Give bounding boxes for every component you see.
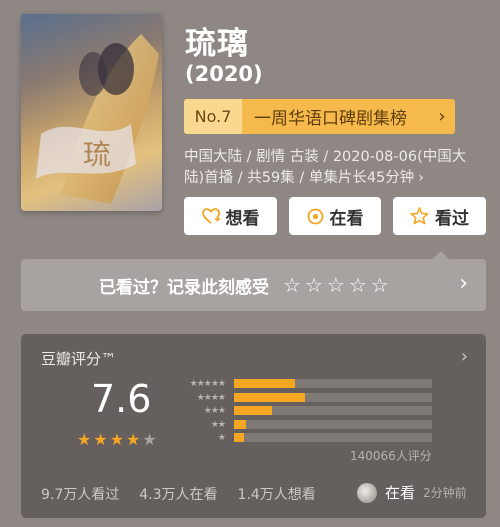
svg-text:琉: 琉 [83, 138, 111, 171]
rating-score: 7.6 [91, 377, 152, 421]
histogram-bar [234, 379, 296, 388]
chevron-right-icon: › [438, 106, 446, 127]
poster-image[interactable]: 琉 [21, 14, 162, 211]
metadata-text: 中国大陆 / 剧情 古装 / 2020-08-06(中国大陆)首播 / 共59集… [184, 149, 467, 186]
watched-label: 看过 [435, 208, 469, 229]
star-outline-icon[interactable]: ☆ [371, 273, 389, 297]
histogram-bar [234, 433, 244, 443]
rating-histogram [234, 379, 432, 447]
friend-time: 2分钟前 [423, 486, 467, 500]
star-outline-icon [410, 207, 429, 225]
want-to-watch-button[interactable]: 想看 [184, 197, 277, 235]
ranking-banner[interactable]: No.7 一周华语口碑剧集榜 › [184, 99, 455, 134]
histogram-bar [234, 419, 246, 429]
histogram-star-label: ★★★★ [196, 392, 226, 403]
friend-activity[interactable]: 在看 2分钟前 [357, 482, 467, 503]
watching-label: 在看 [329, 208, 364, 229]
rank-number: No.7 [184, 99, 242, 134]
chevron-right-icon: › [418, 170, 424, 186]
histogram-bar [234, 406, 272, 416]
histogram-bar-track [234, 406, 432, 416]
record-review-bar[interactable]: 已看过？记录此刻感受 ☆ ☆ ☆ ☆ ☆ › [21, 259, 486, 311]
target-icon [307, 208, 324, 225]
histogram-star-label: ★ [217, 433, 226, 443]
histogram-bar-track [234, 419, 432, 429]
release-year: (2020) [185, 62, 263, 86]
want-label: 想看 [225, 208, 260, 229]
avatar[interactable] [357, 482, 377, 503]
popover-notch [433, 251, 449, 259]
watched-count: 9.7万人看过 [41, 487, 120, 503]
histogram-star-label: ★★★ [203, 406, 226, 416]
page-title: 琉璃 [185, 26, 249, 62]
friend-status: 在看 [385, 484, 416, 502]
star-filled-icon: ★ [77, 430, 92, 449]
histogram-bar-track [234, 379, 432, 388]
heart-plus-icon [201, 207, 220, 225]
chevron-right-icon: › [459, 271, 468, 296]
poster-artwork: 琉 [36, 34, 159, 204]
watching-count: 4.3万人在看 [139, 487, 218, 503]
histogram-star-label: ★★★★★ [189, 379, 226, 389]
chevron-right-icon: › [460, 346, 468, 367]
star-outline-icon[interactable]: ☆ [283, 273, 301, 297]
star-outline-icon[interactable]: ☆ [327, 273, 345, 297]
star-filled-icon: ★ [109, 430, 125, 449]
histogram-bar [234, 392, 306, 402]
vote-count: 140066人评分 [350, 449, 432, 463]
star-outline-icon[interactable]: ☆ [305, 273, 323, 297]
score-stars: ★ ★ ★ ★ ★ [77, 430, 157, 449]
histogram-star-label: ★★ [210, 419, 226, 430]
watch-stats: 9.7万人看过 4.3万人在看 1.4万人想看 [41, 484, 316, 504]
want-count: 1.4万人想看 [237, 487, 316, 503]
star-filled-icon: ★ [93, 430, 108, 449]
rating-label: 豆瓣评分™ [41, 350, 117, 368]
review-prompt: 已看过？记录此刻感受 [99, 277, 269, 298]
star-filled-icon: ★ [126, 430, 141, 449]
show-metadata[interactable]: 中国大陆 / 剧情 古装 / 2020-08-06(中国大陆)首播 / 共59集… [184, 147, 484, 189]
star-empty-icon: ★ [142, 430, 157, 449]
rating-card[interactable]: 豆瓣评分™ › 7.6 ★ ★ ★ ★ ★ ★★★★★ ★★★★ ★★★ ★★ ★ 14… [21, 334, 486, 518]
histogram-star-labels: ★★★★★ ★★★★ ★★★ ★★ ★ [177, 378, 226, 446]
rating-input-stars[interactable]: ☆ ☆ ☆ ☆ ☆ [283, 273, 389, 297]
watched-button[interactable]: 看过 [393, 197, 486, 235]
star-outline-icon[interactable]: ☆ [349, 273, 367, 297]
histogram-bar-track [234, 433, 432, 443]
watching-button[interactable]: 在看 [289, 197, 381, 235]
rank-list-name: 一周华语口碑剧集榜 [254, 109, 407, 129]
histogram-bar-track [234, 392, 432, 402]
